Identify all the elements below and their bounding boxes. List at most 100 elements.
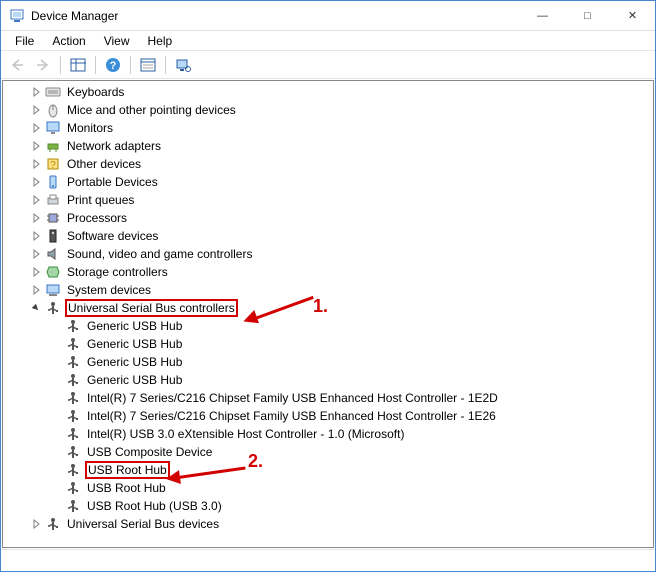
tree-node[interactable]: Portable Devices (3, 173, 653, 191)
menu-view[interactable]: View (96, 32, 138, 50)
forward-button (31, 54, 55, 76)
usb-icon (65, 336, 81, 352)
expand-icon[interactable] (29, 193, 43, 207)
tree-node[interactable]: ? Other devices (3, 155, 653, 173)
tree-node[interactable]: Keyboards (3, 83, 653, 101)
tree-node-label: Portable Devices (65, 175, 160, 189)
menu-help[interactable]: Help (140, 32, 181, 50)
monitor-icon (45, 120, 61, 136)
mouse-icon (45, 102, 61, 118)
tree-node[interactable]: Intel(R) 7 Series/C216 Chipset Family US… (3, 407, 653, 425)
other-icon: ? (45, 156, 61, 172)
expand-icon[interactable] (29, 283, 43, 297)
tree-node-label: Other devices (65, 157, 143, 171)
expand-icon[interactable] (29, 211, 43, 225)
expand-icon[interactable] (29, 121, 43, 135)
expand-icon[interactable] (29, 517, 43, 531)
menubar: File Action View Help (1, 31, 655, 51)
tree-node[interactable]: USB Composite Device (3, 443, 653, 461)
tree-node-label: Mice and other pointing devices (65, 103, 238, 117)
keyboard-icon (45, 84, 61, 100)
tree-node[interactable]: Storage controllers (3, 263, 653, 281)
usb-icon (65, 480, 81, 496)
tree-node[interactable]: Generic USB Hub (3, 317, 653, 335)
tree-node-label: USB Composite Device (85, 445, 214, 459)
expand-icon[interactable] (29, 175, 43, 189)
tree-node[interactable]: Generic USB Hub (3, 335, 653, 353)
tree-node[interactable]: Generic USB Hub (3, 353, 653, 371)
scan-hardware-button[interactable] (171, 54, 195, 76)
cpu-icon (45, 210, 61, 226)
back-button (5, 54, 29, 76)
tree-node[interactable]: Intel(R) 7 Series/C216 Chipset Family US… (3, 389, 653, 407)
tree-node-label: Universal Serial Bus controllers (65, 299, 238, 317)
svg-text:?: ? (50, 160, 56, 171)
tree-node-label: Generic USB Hub (85, 319, 184, 333)
maximize-button[interactable]: □ (565, 1, 610, 30)
device-tree[interactable]: Keyboards Mice and other pointing devices… (2, 80, 654, 548)
tree-node[interactable]: Sound, video and game controllers (3, 245, 653, 263)
tree-node-label: Universal Serial Bus devices (65, 517, 221, 531)
usb-icon (45, 300, 61, 316)
tree-node[interactable]: System devices (3, 281, 653, 299)
tree-node[interactable]: Monitors (3, 119, 653, 137)
tree-node-label: Print queues (65, 193, 136, 207)
toolbar-separator (95, 56, 96, 74)
close-button[interactable]: ✕ (610, 1, 655, 30)
usb-icon (65, 372, 81, 388)
tree-node[interactable]: USB Root Hub (3, 461, 653, 479)
tree-node[interactable]: Processors (3, 209, 653, 227)
tree-node[interactable]: Intel(R) USB 3.0 eXtensible Host Control… (3, 425, 653, 443)
tree-node-label: Monitors (65, 121, 115, 135)
expand-icon[interactable] (29, 265, 43, 279)
tree-node[interactable]: Software devices (3, 227, 653, 245)
tree-node[interactable]: Universal Serial Bus controllers (3, 299, 653, 317)
tree-node-label: USB Root Hub (85, 481, 168, 495)
sound-icon (45, 246, 61, 262)
tree-node[interactable]: USB Root Hub (3, 479, 653, 497)
tree-node[interactable]: Universal Serial Bus devices (3, 515, 653, 533)
usb-icon (65, 462, 81, 478)
tree-node-label: Software devices (65, 229, 160, 243)
usb-icon (65, 390, 81, 406)
tree-node[interactable]: Mice and other pointing devices (3, 101, 653, 119)
statusbar (1, 549, 655, 571)
toolbar-separator (60, 56, 61, 74)
expand-icon[interactable] (29, 103, 43, 117)
toolbar-separator (165, 56, 166, 74)
window-title: Device Manager (31, 9, 520, 23)
menu-action[interactable]: Action (44, 32, 93, 50)
tree-node-label: Generic USB Hub (85, 337, 184, 351)
expand-icon[interactable] (29, 247, 43, 261)
tree-node[interactable]: USB Root Hub (USB 3.0) (3, 497, 653, 515)
tree-node[interactable]: Generic USB Hub (3, 371, 653, 389)
usb-icon (65, 426, 81, 442)
expand-icon[interactable] (29, 157, 43, 171)
tree-node[interactable]: Network adapters (3, 137, 653, 155)
tree-node-label: Sound, video and game controllers (65, 247, 254, 261)
svg-text:?: ? (110, 60, 117, 72)
expand-icon[interactable] (29, 85, 43, 99)
expand-icon[interactable] (29, 229, 43, 243)
tree-node-label: Generic USB Hub (85, 355, 184, 369)
properties-button[interactable] (136, 54, 160, 76)
app-icon (9, 8, 25, 24)
menu-file[interactable]: File (7, 32, 42, 50)
titlebar: Device Manager — □ ✕ (1, 1, 655, 31)
expand-icon[interactable] (29, 139, 43, 153)
minimize-button[interactable]: — (520, 1, 565, 30)
software-icon (45, 228, 61, 244)
show-hide-console-button[interactable] (66, 54, 90, 76)
tree-node-label: Generic USB Hub (85, 373, 184, 387)
usb-icon (65, 408, 81, 424)
help-button[interactable]: ? (101, 54, 125, 76)
tree-node-label: USB Root Hub (USB 3.0) (85, 499, 224, 513)
collapse-icon[interactable] (29, 301, 43, 315)
portable-icon (45, 174, 61, 190)
toolbar: ? (1, 51, 655, 79)
tree-node-label: Storage controllers (65, 265, 170, 279)
printer-icon (45, 192, 61, 208)
tree-node-label: USB Root Hub (85, 461, 170, 479)
tree-node[interactable]: Print queues (3, 191, 653, 209)
tree-node-label: Intel(R) 7 Series/C216 Chipset Family US… (85, 391, 500, 405)
